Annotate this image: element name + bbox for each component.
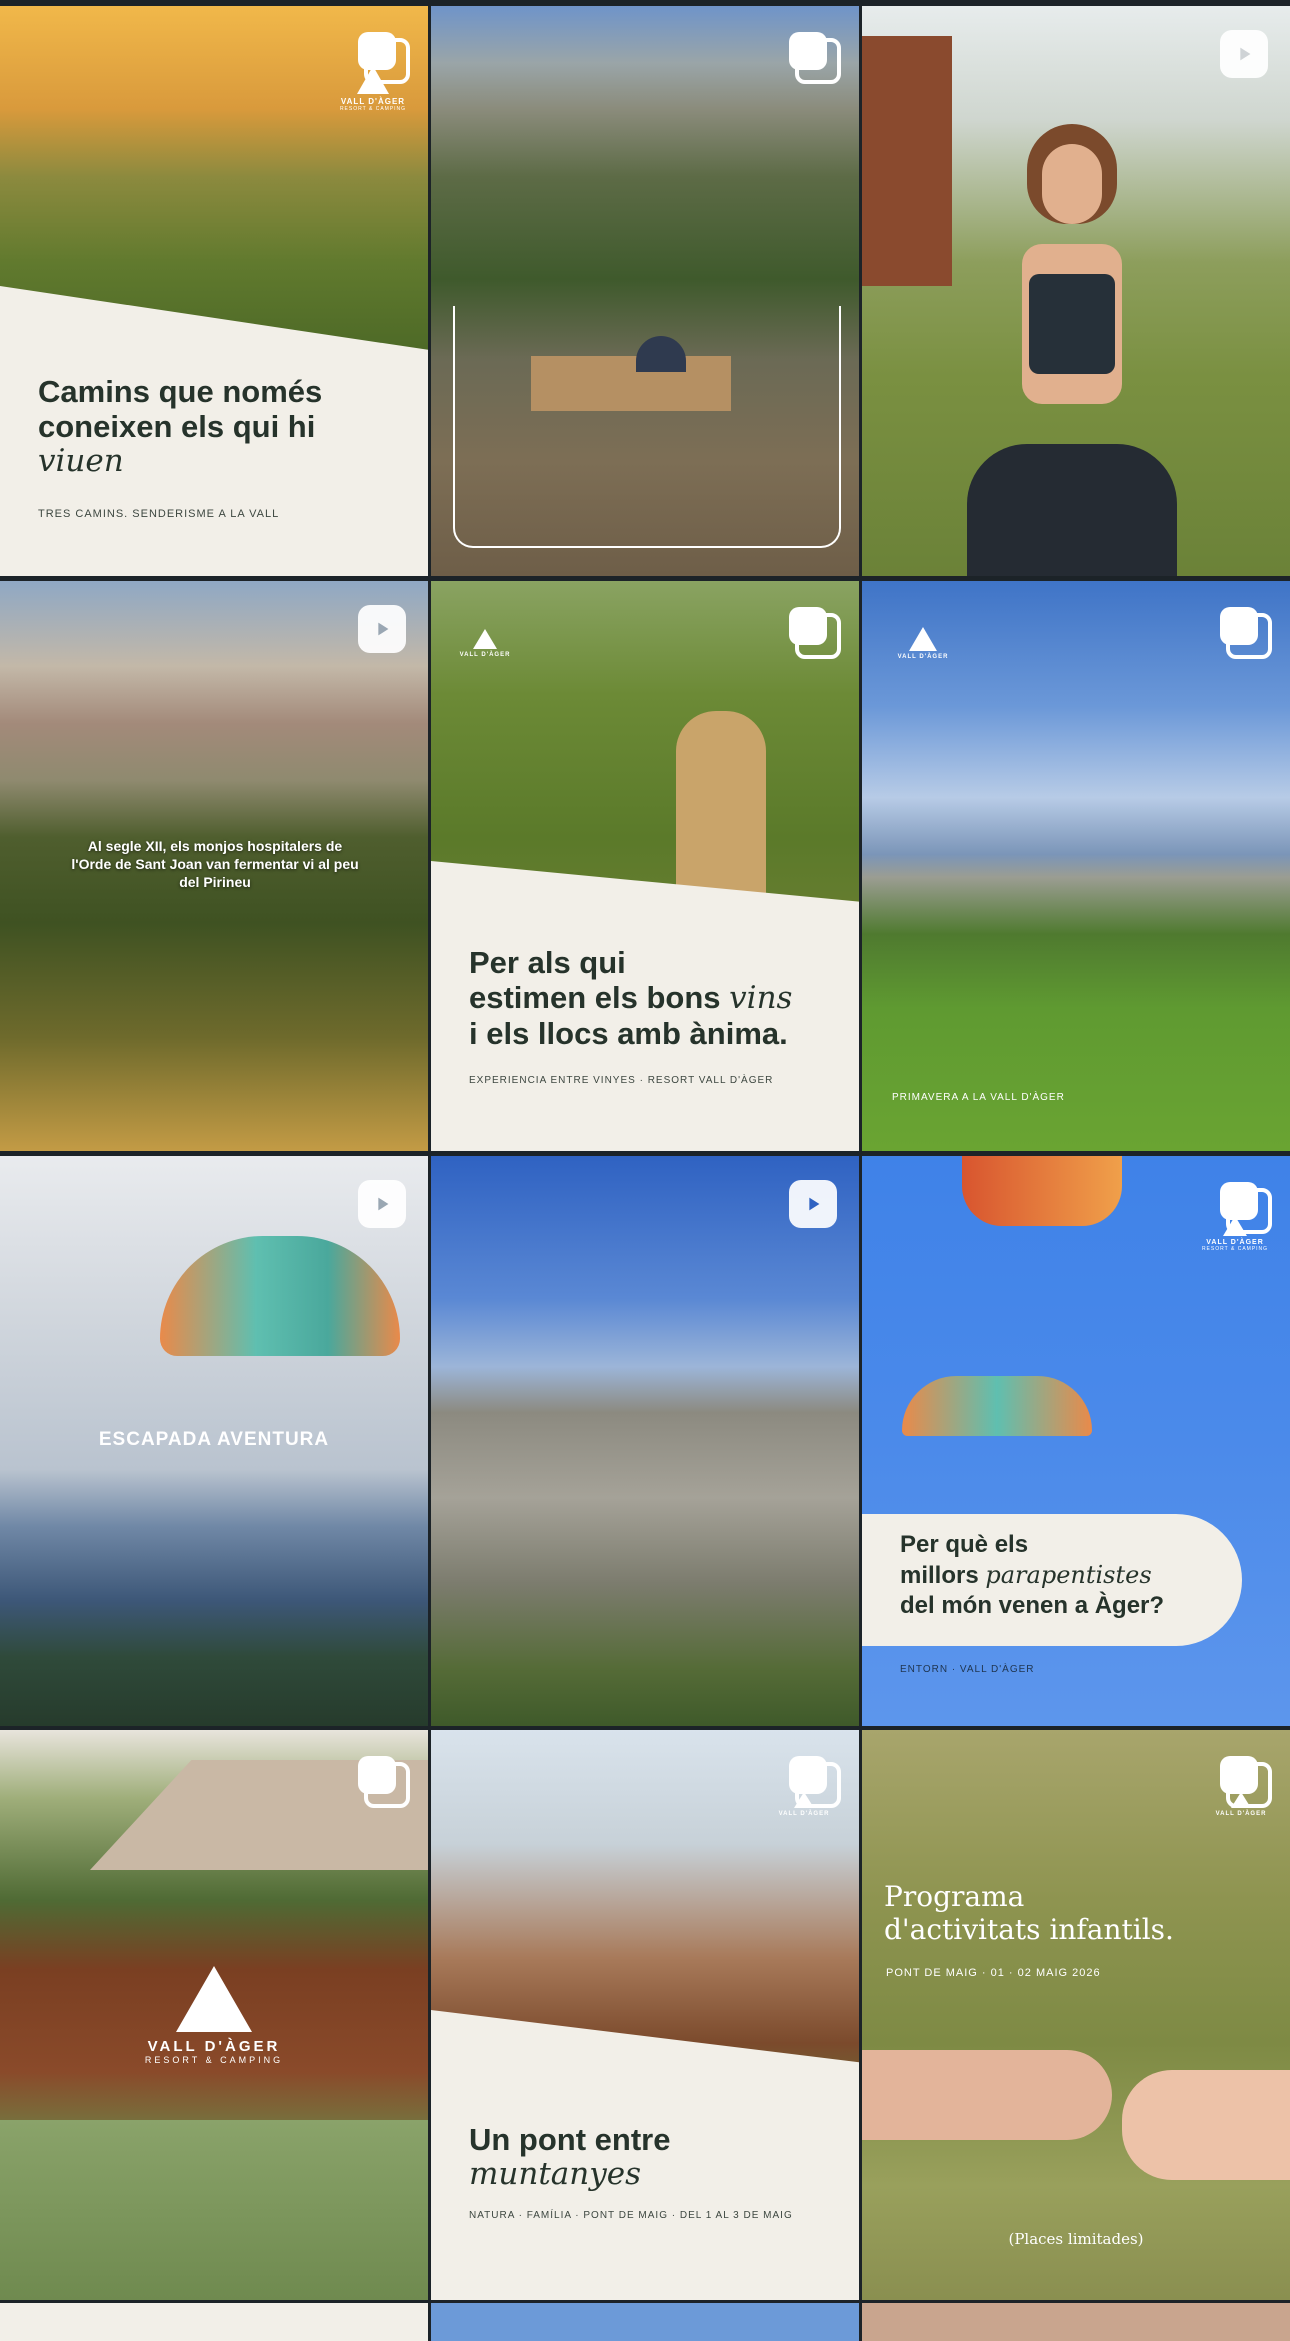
partial-photo [862, 2303, 1290, 2341]
post-tile-partial[interactable] [431, 2303, 859, 2341]
logo-name: VALL D'ÀGER [340, 97, 406, 106]
carousel-icon [1216, 603, 1272, 659]
post-tile-cliffs[interactable] [431, 1156, 859, 1726]
post-heading: Per als qui estimen els bons vins i els … [469, 945, 792, 1051]
lavender-bush-shape [0, 2120, 428, 2300]
heading-line: del món venen a Àger? [900, 1592, 1165, 1619]
wooden-cabin-shape [862, 36, 952, 286]
post-caption: ENTORN · VALL D'ÀGER [900, 1664, 1035, 1675]
heading-line: d'activitats infantils. [884, 1913, 1174, 1946]
reel-icon [358, 1180, 406, 1228]
reel-icon [1220, 30, 1268, 78]
heading-italic: viuen [38, 443, 124, 479]
paraglider-wing-shape [962, 1156, 1122, 1226]
post-heading: Per què els millors parapentistes del mó… [900, 1530, 1164, 1621]
profile-post-grid: Camins que només coneixen els qui hi viu… [0, 0, 1290, 2341]
post-tile-kids[interactable]: Programa d'activitats infantils. PONT DE… [862, 1730, 1290, 2300]
post-heading: Un pont entre muntanyes [469, 2122, 671, 2192]
post-tile-observatory[interactable] [431, 6, 859, 576]
post-tile-spring[interactable]: PRIMAVERA A LA VALL D'ÀGER VALL D'ÀGER [862, 581, 1290, 1151]
reel-icon [789, 1180, 837, 1228]
person-shape [967, 124, 1177, 576]
carousel-icon [354, 28, 410, 84]
post-tile-wine[interactable]: Per als qui estimen els bons vins i els … [431, 581, 859, 1151]
logo-subtitle: RESORT & CAMPING [339, 106, 407, 112]
brand-logo: VALL D'ÀGER [455, 629, 515, 658]
post-caption: PONT DE MAIG · 01 · 02 MAIG 2026 [886, 1967, 1101, 1979]
heading-line: i els llocs amb ànima. [469, 1016, 788, 1051]
overlay-text: ESCAPADA AVENTURA [98, 1429, 330, 1450]
partial-photo [431, 2303, 859, 2341]
spring-valley-photo [862, 581, 1290, 1151]
heading-line: estimen els bons [469, 980, 721, 1015]
post-caption: PRIMAVERA A LA VALL D'ÀGER [892, 1092, 1065, 1103]
post-tile-bridge[interactable]: Un pont entre muntanyes NATURA · FAMÍLIA… [431, 1730, 859, 2300]
post-footer-text: (Places limitades) [1008, 2230, 1144, 2248]
post-tile-partial[interactable] [0, 2303, 428, 2341]
carousel-icon [1216, 1178, 1272, 1234]
post-tile-hiking[interactable]: Camins que només coneixen els qui hi viu… [0, 6, 428, 576]
logo-name: VALL D'ÀGER [1206, 1239, 1264, 1246]
heading-line: coneixen els qui hi [38, 409, 316, 444]
post-tile-paragliders[interactable]: Per què els millors parapentistes del mó… [862, 1156, 1290, 1726]
carousel-icon [785, 28, 841, 84]
frame-outline [453, 306, 841, 548]
carousel-icon [785, 603, 841, 659]
logo-name: VALL D'ÀGER [459, 652, 511, 658]
limestone-cliffs-photo [431, 1156, 859, 1726]
heading-line: Camins que només [38, 374, 323, 409]
heading-line: Per què els [900, 1531, 1029, 1558]
reel-icon [358, 605, 406, 653]
heading-line: Un pont entre [469, 2122, 671, 2157]
post-tile-resort[interactable]: VALL D'ÀGER RESORT & CAMPING [0, 1730, 428, 2300]
heading-italic: muntanyes [469, 2156, 641, 2192]
heading-line: millors [900, 1562, 979, 1589]
post-heading: Programa d'activitats infantils. [884, 1880, 1174, 1946]
logo-name: VALL D'ÀGER [778, 1811, 830, 1817]
logo-name: VALL D'ÀGER [897, 654, 949, 660]
post-tile-adventure[interactable]: ESCAPADA AVENTURA [0, 1156, 428, 1726]
logo-subtitle: RESORT & CAMPING [144, 2055, 284, 2065]
brand-logo: VALL D'ÀGER [892, 627, 954, 660]
hand-shape [1122, 2070, 1290, 2180]
partial-photo [0, 2303, 428, 2341]
post-caption: TRES CAMINS. SENDERISME A LA VALL [38, 508, 280, 520]
heading-italic: vins [729, 980, 793, 1016]
post-tile-vineyard-history[interactable]: Al segle XII, els monjos hospitalers de … [0, 581, 428, 1151]
carousel-icon [354, 1752, 410, 1808]
post-tile-partial[interactable] [862, 2303, 1290, 2341]
hand-shape [862, 2050, 1112, 2140]
brand-logo: VALL D'ÀGER RESORT & CAMPING [144, 1966, 284, 2065]
post-caption: EXPERIENCIA ENTRE VINYES · RESORT VALL D… [469, 1075, 774, 1086]
heading-italic: parapentistes [985, 1561, 1152, 1589]
overlay-text: Al segle XII, els monjos hospitalers de … [71, 838, 359, 890]
heading-line: Programa [884, 1880, 1025, 1913]
post-heading: Camins que només coneixen els qui hi viu… [38, 374, 322, 479]
heading-line: Per als qui [469, 945, 626, 980]
post-caption: NATURA · FAMÍLIA · PONT DE MAIG · DEL 1 … [469, 2210, 793, 2221]
logo-name: VALL D'ÀGER [147, 2038, 281, 2055]
triangle-logo-icon [473, 629, 497, 649]
triangle-logo-icon [176, 1966, 252, 2032]
post-tile-yoga[interactable] [862, 6, 1290, 576]
logo-name: VALL D'ÀGER [1215, 1811, 1267, 1817]
paraglider-wing-shape [902, 1376, 1092, 1436]
carousel-icon [785, 1752, 841, 1808]
carousel-icon [1216, 1752, 1272, 1808]
triangle-logo-icon [909, 627, 937, 651]
logo-subtitle: RESORT & CAMPING [1201, 1246, 1269, 1252]
